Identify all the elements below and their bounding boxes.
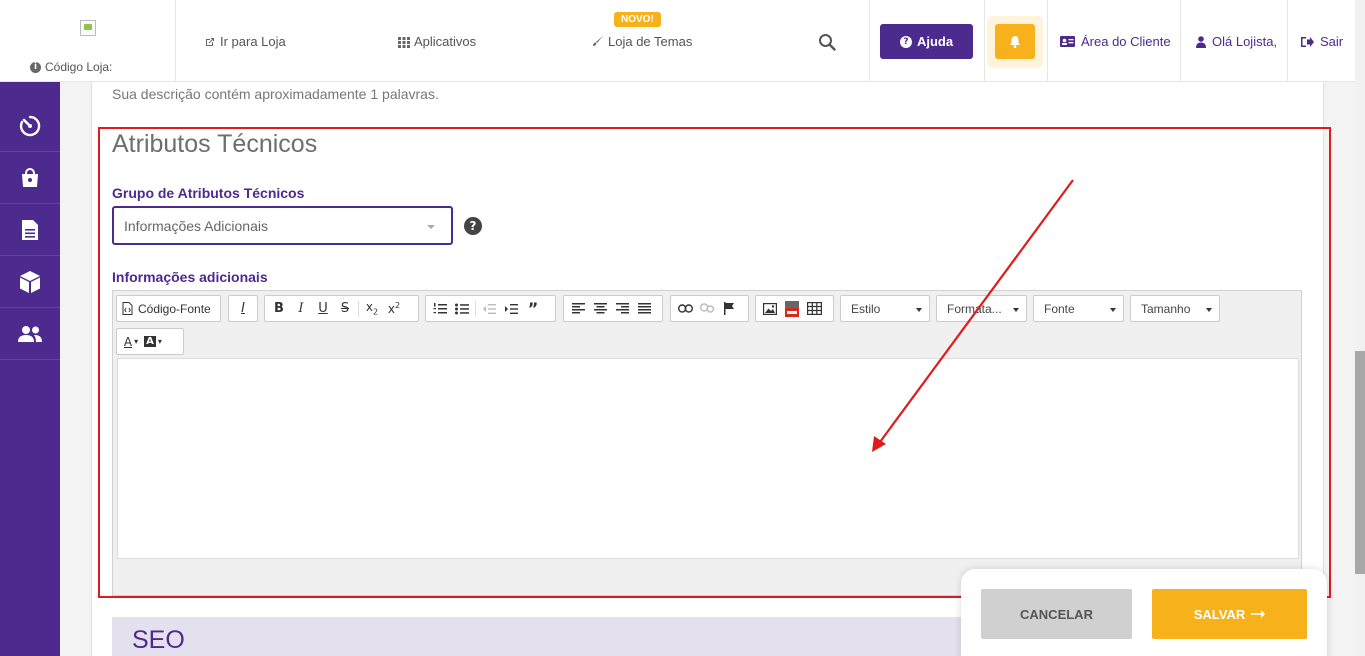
- apps-label: Aplicativos: [414, 34, 477, 49]
- store-logo[interactable]: [80, 20, 96, 36]
- word-count-note: Sua descrição contém aproximadamente 1 p…: [112, 86, 439, 102]
- header-divider: [984, 0, 985, 82]
- new-badge: NOVO!: [614, 12, 661, 27]
- id-card-icon: [1060, 36, 1075, 47]
- annotation-highlight-box: [98, 127, 1331, 598]
- logout-label: Sair: [1320, 34, 1344, 49]
- notifications-wrapper: [987, 16, 1043, 68]
- sidebar: [0, 82, 60, 656]
- sign-out-icon: [1301, 36, 1314, 47]
- save-label: SALVAR: [1193, 606, 1246, 622]
- client-area-label: Área do Cliente: [1081, 34, 1171, 49]
- sidebar-item-orders[interactable]: [0, 152, 60, 204]
- sidebar-item-documents[interactable]: [0, 204, 60, 256]
- sidebar-item-products[interactable]: [0, 256, 60, 308]
- go-to-store-link[interactable]: Ir para Loja: [204, 34, 286, 49]
- grid-icon: [398, 36, 410, 48]
- theme-store-label: Loja de Temas: [608, 34, 693, 49]
- bell-icon: [1010, 35, 1020, 48]
- dashboard-gauge-icon: [19, 115, 41, 136]
- document-icon: [22, 219, 38, 240]
- apps-link[interactable]: Aplicativos: [398, 34, 476, 49]
- store-code-label: Código Loja:: [45, 60, 113, 74]
- go-to-store-label: Ir para Loja: [220, 34, 286, 49]
- seo-title: SEO: [132, 626, 185, 654]
- external-link-icon: [206, 37, 214, 46]
- client-area-link[interactable]: Área do Cliente: [1060, 34, 1171, 49]
- shopping-bag-icon: [22, 167, 38, 187]
- paintbrush-icon: [593, 36, 603, 46]
- help-label: Ajuda: [916, 34, 954, 49]
- search-icon[interactable]: [818, 33, 836, 51]
- header-divider: [1287, 0, 1288, 82]
- question-icon: ?: [899, 35, 912, 48]
- sidebar-item-customers[interactable]: [0, 308, 60, 360]
- user-menu[interactable]: Olá Lojista,: [1196, 34, 1277, 49]
- arrow-right-icon: [1251, 610, 1266, 618]
- header-divider: [1047, 0, 1048, 82]
- box-icon: [20, 270, 40, 293]
- help-button[interactable]: ? Ajuda: [880, 24, 973, 59]
- cancel-button[interactable]: CANCELAR: [981, 589, 1132, 639]
- theme-store-link[interactable]: Loja de Temas: [591, 34, 692, 49]
- page-scrollbar-thumb[interactable]: [1355, 351, 1365, 574]
- info-icon: i: [30, 61, 41, 73]
- header-divider: [1180, 0, 1181, 82]
- notifications-button[interactable]: [995, 24, 1035, 59]
- user-icon: [1196, 35, 1206, 48]
- logout-link[interactable]: Sair: [1301, 34, 1343, 49]
- sidebar-item-dashboard[interactable]: [0, 100, 60, 152]
- greeting-label: Olá Lojista,: [1212, 34, 1278, 49]
- store-code: i Código Loja:: [30, 60, 112, 74]
- users-icon: [18, 325, 42, 342]
- logo-cell: i Código Loja:: [0, 0, 176, 82]
- header-divider: [869, 0, 870, 82]
- save-button[interactable]: SALVAR: [1152, 589, 1307, 639]
